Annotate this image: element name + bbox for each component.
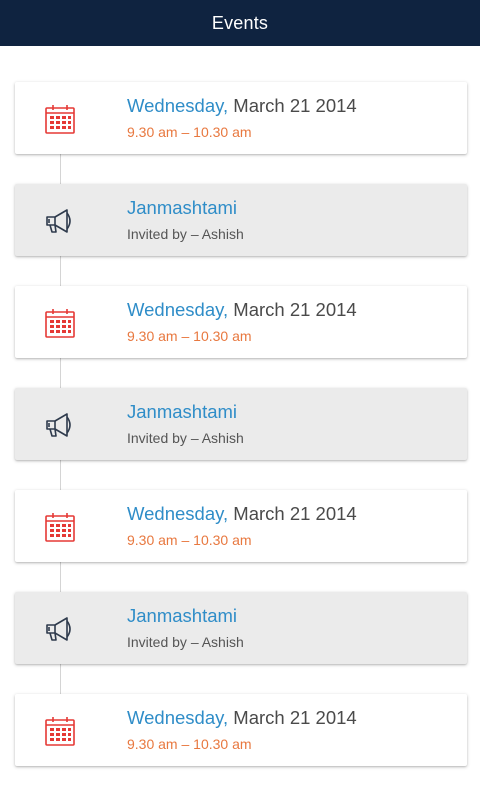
event-date-card[interactable]: Wednesday, March 21 2014 9.30 am – 10.30… (15, 286, 467, 358)
event-name: Janmashtami (127, 401, 238, 422)
event-date: Wednesday, March 21 2014 (127, 503, 357, 525)
calendar-icon (43, 306, 77, 340)
invited-by: Invited by – Ashish (127, 634, 244, 650)
event-date-card[interactable]: Wednesday, March 21 2014 9.30 am – 10.30… (15, 490, 467, 562)
event-day: Wednesday, (127, 707, 229, 728)
invited-by: Invited by – Ashish (127, 226, 244, 242)
event-date: Wednesday, March 21 2014 (127, 707, 357, 729)
event-day: Wednesday, (127, 95, 229, 116)
event-time: 9.30 am – 10.30 am (127, 124, 252, 140)
event-time: 9.30 am – 10.30 am (127, 328, 252, 344)
megaphone-icon (43, 204, 77, 238)
calendar-icon (43, 714, 77, 748)
event-day: Wednesday, (127, 299, 229, 320)
event-date-text: March 21 2014 (228, 503, 357, 524)
invited-by: Invited by – Ashish (127, 430, 244, 446)
event-invite-card[interactable]: Janmashtami Invited by – Ashish (15, 592, 467, 664)
event-invite-card[interactable]: Janmashtami Invited by – Ashish (15, 388, 467, 460)
event-date-card[interactable]: Wednesday, March 21 2014 9.30 am – 10.30… (15, 82, 467, 154)
event-date-text: March 21 2014 (228, 707, 357, 728)
event-time: 9.30 am – 10.30 am (127, 532, 252, 548)
event-day: Wednesday, (127, 503, 229, 524)
megaphone-icon (43, 408, 77, 442)
event-date-text: March 21 2014 (228, 95, 357, 116)
event-time: 9.30 am – 10.30 am (127, 736, 252, 752)
event-invite-card[interactable]: Janmashtami Invited by – Ashish (15, 184, 467, 256)
event-date-text: March 21 2014 (228, 299, 357, 320)
event-date: Wednesday, March 21 2014 (127, 299, 357, 321)
app-header: Events (0, 0, 480, 46)
calendar-icon (43, 510, 77, 544)
event-name: Janmashtami (127, 605, 238, 626)
page-title: Events (211, 12, 269, 33)
event-date: Wednesday, March 21 2014 (127, 95, 357, 117)
calendar-icon (43, 102, 77, 136)
event-name: Janmashtami (127, 197, 238, 218)
megaphone-icon (43, 612, 77, 646)
event-date-card[interactable]: Wednesday, March 21 2014 9.30 am – 10.30… (15, 694, 467, 766)
